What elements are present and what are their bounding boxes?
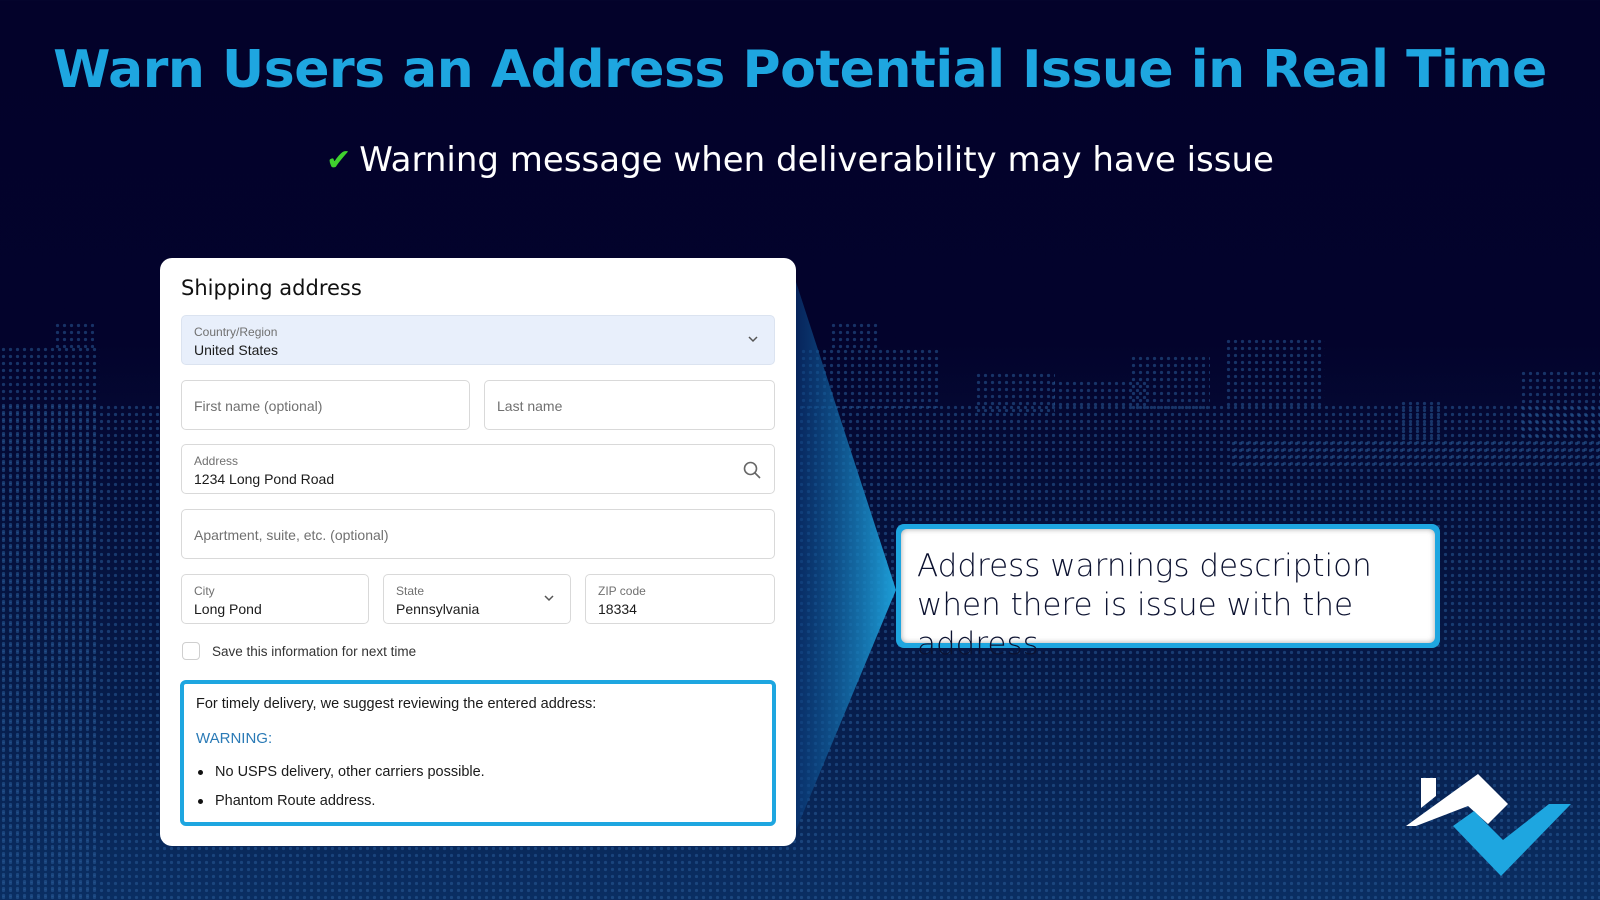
apartment-input[interactable]: Apartment, suite, etc. (optional) <box>181 509 775 559</box>
search-icon[interactable] <box>742 460 762 480</box>
warning-list: No USPS delivery, other carriers possibl… <box>196 764 485 822</box>
city-value: Long Pond <box>194 601 262 617</box>
country-value: United States <box>194 342 279 358</box>
warning-intro: For timely delivery, we suggest reviewin… <box>196 696 597 712</box>
city-label: City <box>194 584 215 598</box>
state-value: Pennsylvania <box>396 601 480 617</box>
state-label: State <box>396 584 425 598</box>
last-name-placeholder: Last name <box>497 398 563 414</box>
check-icon: ✔ <box>326 142 352 178</box>
first-name-input[interactable]: First name (optional) <box>181 380 470 430</box>
save-info-checkbox[interactable] <box>182 642 200 660</box>
country-label: Country/Region <box>194 325 278 339</box>
warning-item-text: Phantom Route address. <box>215 793 376 809</box>
bullet-icon <box>198 769 203 775</box>
zip-label: ZIP code <box>598 584 646 598</box>
address-warning-box: For timely delivery, we suggest reviewin… <box>180 680 776 826</box>
country-select[interactable]: Country/Region United States <box>181 315 775 365</box>
warning-item-text: No USPS delivery, other carriers possibl… <box>215 764 485 780</box>
warning-title: WARNING: <box>196 730 273 747</box>
chevron-down-icon <box>544 595 554 602</box>
chevron-down-icon <box>748 336 758 343</box>
warning-item: No USPS delivery, other carriers possibl… <box>196 764 485 780</box>
apartment-placeholder: Apartment, suite, etc. (optional) <box>194 527 389 543</box>
first-name-placeholder: First name (optional) <box>194 398 323 414</box>
address-input[interactable]: Address 1234 Long Pond Road <box>181 444 775 494</box>
warning-item: Phantom Route address. <box>196 793 485 809</box>
city-input[interactable]: City Long Pond <box>181 574 369 624</box>
save-info-row: Save this information for next time <box>182 642 416 660</box>
zip-value: 18334 <box>598 601 637 617</box>
subline-text: Warning message when deliverability may … <box>359 140 1274 180</box>
state-select[interactable]: State Pennsylvania <box>383 574 571 624</box>
brand-logo-icon <box>1406 774 1571 876</box>
callout-text: Address warnings description when there … <box>901 529 1435 662</box>
zip-input[interactable]: ZIP code 18334 <box>585 574 775 624</box>
address-label: Address <box>194 454 239 468</box>
form-title: Shipping address <box>181 276 362 300</box>
bullet-icon <box>198 798 203 804</box>
slide-subline: ✔ Warning message when deliverability ma… <box>0 140 1600 180</box>
address-value: 1234 Long Pond Road <box>194 471 335 487</box>
last-name-input[interactable]: Last name <box>484 380 775 430</box>
save-info-label[interactable]: Save this information for next time <box>212 644 416 659</box>
slide-headline: Warn Users an Address Potential Issue in… <box>53 40 1547 100</box>
shipping-address-form: Shipping address Country/Region United S… <box>160 258 796 846</box>
callout-box: Address warnings description when there … <box>896 524 1440 662</box>
